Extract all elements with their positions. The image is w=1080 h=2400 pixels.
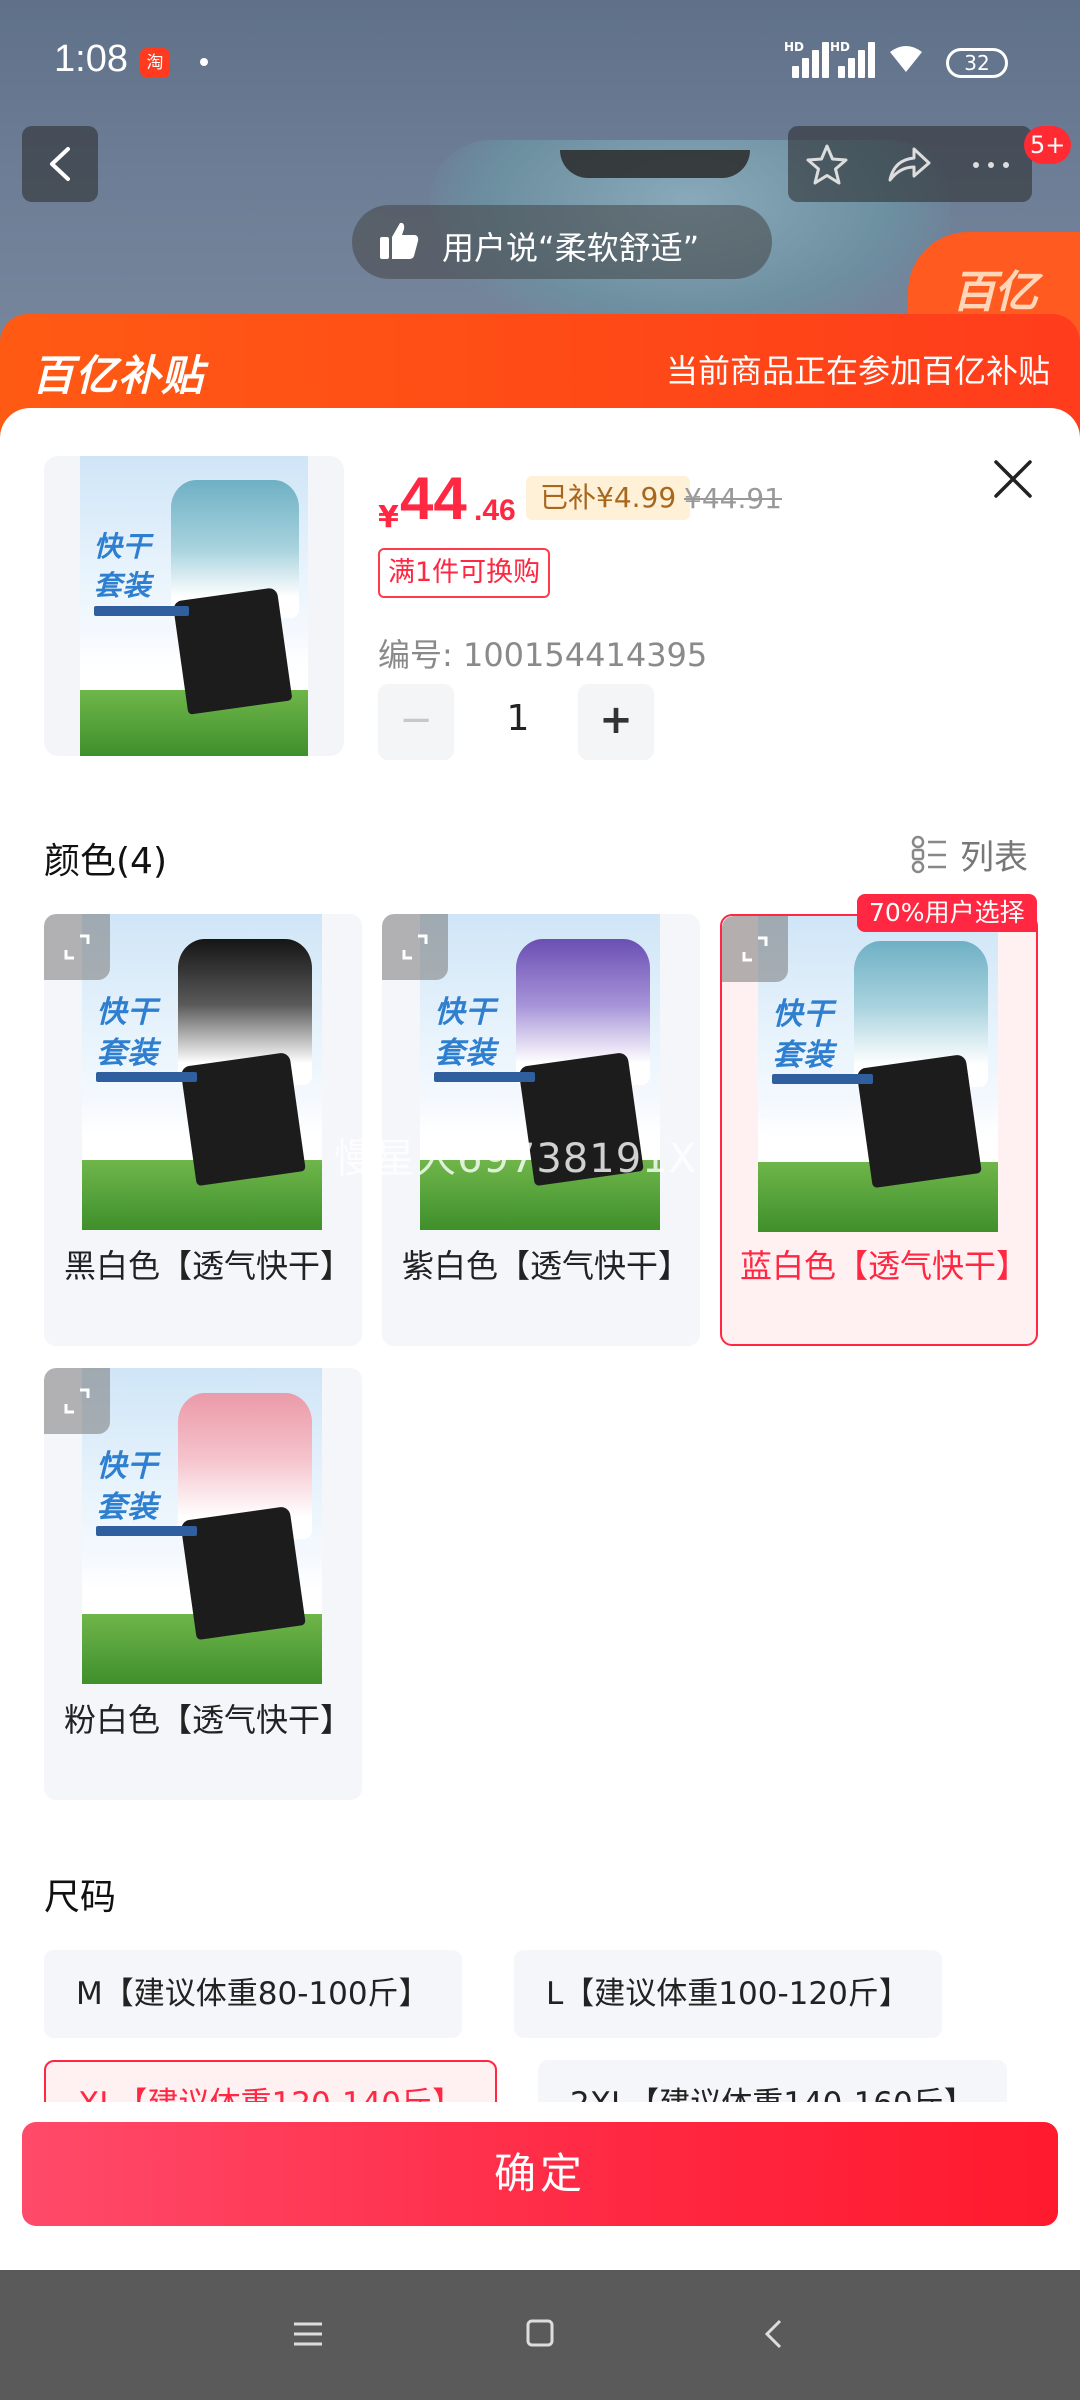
expand-icon [64, 934, 90, 960]
confirm-button[interactable]: 确定 [22, 2122, 1058, 2226]
share-icon[interactable] [886, 142, 932, 188]
back-icon [50, 147, 70, 181]
close-icon[interactable] [990, 456, 1036, 502]
top-actions [788, 126, 1032, 202]
product-thumbnail[interactable]: 快干 套装 [44, 456, 344, 756]
swap-tag: 满1件可换购 [378, 548, 551, 598]
expand-icon [742, 936, 768, 962]
backdrop-collar [560, 150, 750, 178]
price-decimal: .46 [474, 494, 516, 527]
quantity-decrease-button[interactable]: − [378, 684, 454, 760]
product-image: 快干 套装 [80, 456, 308, 756]
poster-title-1: 快干 [96, 1448, 159, 1484]
poster-title-2: 套装 [96, 1489, 159, 1525]
review-text: 用户说“柔软舒适” [442, 229, 700, 267]
poster-title-1: 快干 [434, 994, 497, 1030]
popular-choice-badge: 70%用户选择 [857, 894, 1037, 932]
poster-title-1: 快干 [772, 996, 835, 1032]
color-option-black-white[interactable]: 快干 套装 黑白色【透气快干】 [44, 914, 362, 1346]
status-bar: 1:08 淘 HD HD 32 [0, 0, 1080, 125]
app-root: 1:08 淘 HD HD 32 5+ 用户说“柔软舒适” 百亿 百亿补贴 当前商… [0, 0, 1080, 2400]
wifi-icon [890, 46, 922, 72]
size-section-title: 尺码 [44, 1877, 117, 1918]
poster-title-2: 套装 [434, 1035, 497, 1071]
expand-icon [402, 934, 428, 960]
home-icon[interactable] [522, 2318, 558, 2350]
poster-title-1: 快干 [96, 994, 159, 1030]
expand-image-button[interactable] [44, 1368, 110, 1434]
color-option-blue-white[interactable]: 快干 套装 蓝白色【透气快干】 [720, 914, 1038, 1346]
poster-title-2: 套装 [93, 569, 152, 602]
expand-icon [64, 1388, 90, 1414]
price-currency: ¥ [378, 500, 399, 535]
subsidy-amount: 已补¥4.99 [526, 476, 691, 520]
poster-title-2: 套装 [96, 1035, 159, 1071]
battery-indicator: 32 [946, 48, 1008, 78]
color-section-title: 颜色(4) [44, 841, 167, 882]
notification-badge: 5+ [1024, 126, 1072, 164]
sku-number: 编号: 100154414395 [378, 636, 708, 674]
color-option-label: 黑白色【透气快干】 [64, 1247, 353, 1285]
poster-title-2: 套装 [772, 1037, 835, 1073]
size-option-l[interactable]: L【建议体重100-120斤】 [514, 1950, 942, 2038]
list-icon [911, 835, 946, 874]
star-icon[interactable] [804, 142, 850, 188]
sku-sheet: 快干 套装 ¥ 44 .46 已补¥4.99 ¥44.91 满1件可换购 编号:… [0, 408, 1080, 2302]
quantity-increase-button[interactable]: + [578, 684, 654, 760]
status-time: 1:08 [54, 38, 128, 80]
poster-title-1: 快干 [93, 530, 152, 563]
color-option-pink-white[interactable]: 快干 套装 粉白色【透气快干】 [44, 1368, 362, 1800]
subsidy-logo: 百亿补贴 [32, 351, 205, 400]
expand-image-button[interactable] [382, 914, 448, 980]
color-option-label: 紫白色【透气快干】 [402, 1247, 691, 1285]
notification-dot [200, 58, 208, 66]
expand-image-button[interactable] [44, 914, 110, 980]
price-integer: 44 [400, 465, 467, 532]
more-icon[interactable] [968, 142, 1014, 188]
color-option-label: 粉白色【透气快干】 [64, 1701, 353, 1739]
signal-icon-2 [830, 40, 878, 78]
back-button[interactable] [22, 126, 98, 202]
signal-icon-1 [784, 40, 832, 78]
system-back-icon[interactable] [762, 2318, 786, 2350]
corner-logo-text: 百亿 [952, 267, 1038, 318]
menu-icon[interactable] [290, 2318, 326, 2350]
expand-image-button[interactable] [722, 916, 788, 982]
color-option-image: 快干 套装 [758, 916, 998, 1232]
size-option-m[interactable]: M【建议体重80-100斤】 [44, 1950, 462, 2038]
watermark-text: 慢星人697381­91X [334, 1136, 697, 1182]
quantity-value[interactable]: 1 [480, 698, 556, 739]
thumbs-up-icon [380, 222, 419, 259]
list-toggle-label: 列表 [960, 838, 1028, 878]
color-option-image: 快干 套装 [82, 1368, 322, 1684]
review-pill[interactable]: 用户说“柔软舒适” [352, 205, 772, 279]
color-option-image: 快干 套装 [82, 914, 322, 1230]
subsidy-banner-text: 当前商品正在参加百亿补贴 [665, 352, 1050, 390]
taobao-app-icon: 淘 [140, 48, 170, 78]
color-option-label: 蓝白色【透气快干】 [740, 1247, 1029, 1285]
original-price: ¥44.91 [684, 482, 782, 515]
system-navigation-bar [0, 2270, 1080, 2400]
